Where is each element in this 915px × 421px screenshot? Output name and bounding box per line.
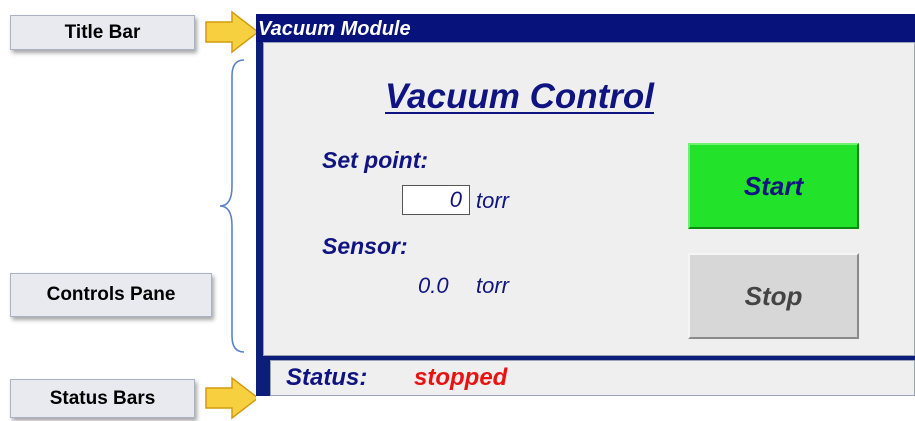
controls-pane: Vacuum Control Set point: torr Sensor: 0… xyxy=(263,42,915,356)
status-value: stopped xyxy=(414,364,508,391)
start-button-label: Start xyxy=(743,170,804,201)
stop-button[interactable]: Stop xyxy=(688,253,859,339)
callout-status-bars-label: Status Bars xyxy=(49,387,156,409)
callout-title-bar: Title Bar xyxy=(10,15,195,50)
window-bottom-edge xyxy=(256,396,915,421)
status-label: Status: xyxy=(286,364,368,391)
callout-controls-pane-label: Controls Pane xyxy=(46,284,176,305)
status-bars-arrow-icon xyxy=(205,376,260,420)
sensor-label: Sensor: xyxy=(322,233,408,259)
title-bar-arrow-icon xyxy=(205,10,260,54)
stop-button-label: Stop xyxy=(744,280,803,311)
sensor-value: 0.0 xyxy=(418,273,449,298)
window-title: Vacuum Module xyxy=(258,18,411,40)
vacuum-module-window: Vacuum Module Vacuum Control Set point: … xyxy=(256,14,915,421)
controls-pane-brace-icon xyxy=(219,59,245,353)
setpoint-unit: torr xyxy=(476,188,509,213)
callout-controls-pane: Controls Pane xyxy=(10,273,212,317)
setpoint-input[interactable] xyxy=(402,185,470,215)
sensor-unit: torr xyxy=(476,273,509,298)
title-bar: Vacuum Module xyxy=(256,14,915,42)
callout-title-bar-label: Title Bar xyxy=(64,21,141,43)
setpoint-label: Set point: xyxy=(322,147,429,173)
start-button[interactable]: Start xyxy=(688,143,859,229)
callout-status-bars: Status Bars xyxy=(10,379,195,418)
status-bar: Status: stopped xyxy=(270,360,915,396)
page-title: Vacuum Control xyxy=(385,77,654,116)
